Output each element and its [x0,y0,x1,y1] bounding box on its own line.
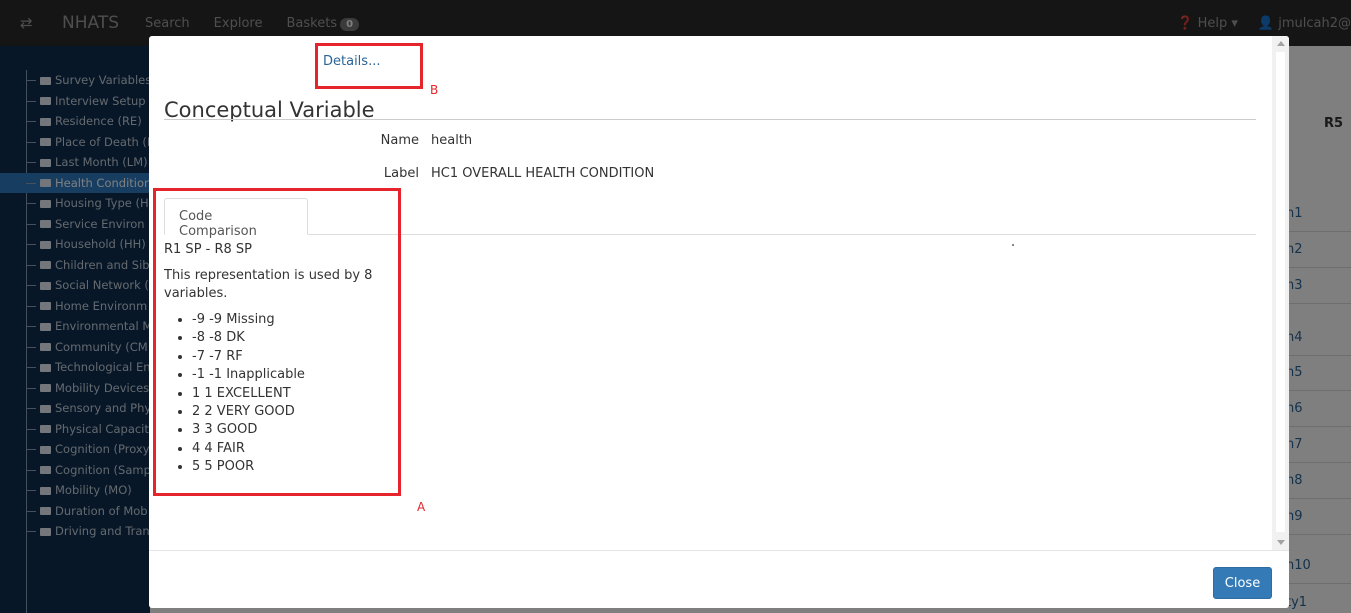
annotation-box-b [315,43,423,89]
close-button[interactable]: Close [1213,567,1272,599]
name-value: health [431,133,473,148]
label-value: HC1 OVERALL HEALTH CONDITION [431,166,655,181]
scroll-up-icon[interactable] [1277,41,1285,46]
scroll-down-icon[interactable] [1277,540,1285,545]
label-label: Label [383,166,419,181]
stray-dot [1012,244,1014,246]
annotation-box-a [153,188,401,496]
conceptual-variable-modal: Details... B Conceptual Variable Name he… [149,36,1289,608]
title-divider [164,119,1256,120]
scrollbar-thumb[interactable] [1276,52,1285,532]
annotation-label-a: A [417,500,426,514]
annotation-label-b: B [430,83,439,97]
name-label: Name [380,133,419,148]
modal-footer-divider [149,550,1289,551]
modal-scrollbar[interactable] [1272,36,1289,550]
